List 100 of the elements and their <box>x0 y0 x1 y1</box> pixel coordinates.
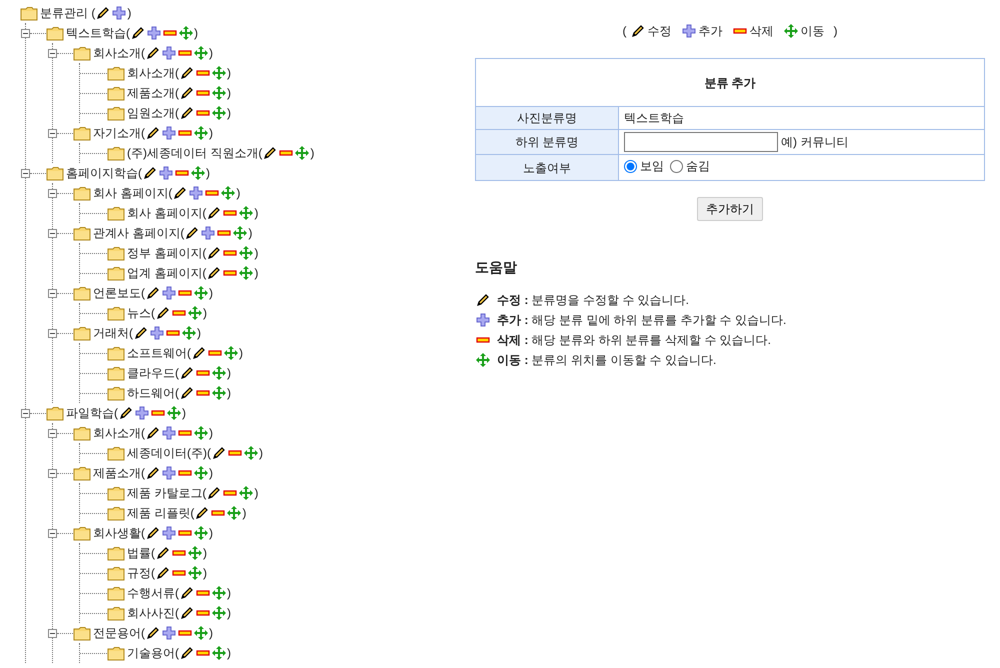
tree-item-label[interactable]: 분류관리 ( <box>40 4 96 22</box>
tree-item-label[interactable]: 전문용어( <box>93 624 145 642</box>
pencil-icon[interactable] <box>263 146 278 160</box>
pencil-icon[interactable] <box>180 86 194 100</box>
tree-item-label[interactable]: 소프트웨어( <box>127 344 191 362</box>
tree-item-label[interactable]: 뉴스( <box>127 304 155 322</box>
tree-item-label[interactable]: 수행서류( <box>127 584 179 602</box>
move-arrows-icon[interactable] <box>212 66 226 80</box>
tree-item-label[interactable]: 텍스트학습( <box>66 24 130 42</box>
collapse-toggle[interactable] <box>48 428 57 438</box>
pencil-icon[interactable] <box>146 46 160 60</box>
pencil-icon[interactable] <box>146 126 160 140</box>
pencil-icon[interactable] <box>195 506 210 520</box>
plus-icon[interactable] <box>162 286 176 300</box>
move-arrows-icon[interactable] <box>244 446 258 460</box>
move-arrows-icon[interactable] <box>212 586 226 600</box>
tree-item-label[interactable]: 클라우드( <box>127 364 179 382</box>
tree-item-label[interactable]: 하드웨어( <box>127 384 179 402</box>
pencil-icon[interactable] <box>180 606 194 620</box>
move-arrows-icon[interactable] <box>179 26 193 40</box>
move-arrows-icon[interactable] <box>194 466 208 480</box>
tree-item-label[interactable]: 회사소개( <box>127 64 179 82</box>
move-arrows-icon[interactable] <box>227 506 242 520</box>
move-arrows-icon[interactable] <box>182 326 196 340</box>
tree-item-label[interactable]: 회사사진( <box>127 604 179 622</box>
tree-item-label[interactable]: 홈페이지학습( <box>66 164 142 182</box>
plus-icon[interactable] <box>159 166 173 180</box>
plus-icon[interactable] <box>162 466 176 480</box>
tree-item-label[interactable]: 기술용어( <box>127 644 179 662</box>
pencil-icon[interactable] <box>180 646 194 660</box>
plus-icon[interactable] <box>150 326 164 340</box>
plus-icon[interactable] <box>162 526 176 540</box>
move-arrows-icon[interactable] <box>194 526 208 540</box>
radio-button[interactable] <box>624 160 637 173</box>
pencil-icon[interactable] <box>96 6 110 20</box>
subcategory-input[interactable] <box>624 132 778 152</box>
tree-item-label[interactable]: 관계사 홈페이지( <box>93 224 184 242</box>
move-arrows-icon[interactable] <box>212 386 226 400</box>
tree-item-label[interactable]: 파일학습( <box>66 404 118 422</box>
move-arrows-icon[interactable] <box>212 106 226 120</box>
collapse-toggle[interactable] <box>48 468 57 478</box>
move-arrows-icon[interactable] <box>194 286 208 300</box>
pencil-icon[interactable] <box>131 26 145 40</box>
tree-item-label[interactable]: 회사 홈페이지( <box>127 204 206 222</box>
move-arrows-icon[interactable] <box>239 206 254 220</box>
pencil-icon[interactable] <box>185 226 200 240</box>
move-arrows-icon[interactable] <box>224 346 238 360</box>
pencil-icon[interactable] <box>143 166 157 180</box>
collapse-toggle[interactable] <box>48 528 57 538</box>
move-arrows-icon[interactable] <box>194 46 208 60</box>
tree-item-label[interactable]: 자기소개( <box>93 124 145 142</box>
tree-item-label[interactable]: 규정( <box>127 564 155 582</box>
pencil-icon[interactable] <box>192 346 206 360</box>
radio-button[interactable] <box>670 160 683 173</box>
pencil-icon[interactable] <box>146 626 160 640</box>
collapse-toggle[interactable] <box>48 288 57 298</box>
tree-item-label[interactable]: 회사소개( <box>93 44 145 62</box>
move-arrows-icon[interactable] <box>239 486 254 500</box>
pencil-icon[interactable] <box>207 246 222 260</box>
move-arrows-icon[interactable] <box>295 146 310 160</box>
tree-item-label[interactable]: 회사소개( <box>93 424 145 442</box>
move-arrows-icon[interactable] <box>212 86 226 100</box>
tree-item-label[interactable]: 회사 홈페이지( <box>93 184 172 202</box>
collapse-toggle[interactable] <box>48 48 57 58</box>
move-arrows-icon[interactable] <box>239 266 254 280</box>
plus-icon[interactable] <box>162 46 176 60</box>
pencil-icon[interactable] <box>156 546 170 560</box>
collapse-toggle[interactable] <box>21 168 30 178</box>
pencil-icon[interactable] <box>207 266 222 280</box>
pencil-icon[interactable] <box>119 406 133 420</box>
tree-item-label[interactable]: (주)세종데이터 직원소개( <box>127 144 262 162</box>
move-arrows-icon[interactable] <box>212 646 226 660</box>
pencil-icon[interactable] <box>180 386 194 400</box>
move-arrows-icon[interactable] <box>191 166 205 180</box>
move-arrows-icon[interactable] <box>221 186 236 200</box>
tree-item-label[interactable]: 언론보도( <box>93 284 145 302</box>
pencil-icon[interactable] <box>180 586 194 600</box>
tree-item-label[interactable]: 제품 리플릿( <box>127 504 194 522</box>
tree-item-label[interactable]: 정부 홈페이지( <box>127 244 206 262</box>
collapse-toggle[interactable] <box>48 328 57 338</box>
pencil-icon[interactable] <box>212 446 226 460</box>
plus-icon[interactable] <box>189 186 204 200</box>
move-arrows-icon[interactable] <box>188 546 202 560</box>
collapse-toggle[interactable] <box>48 228 57 238</box>
pencil-icon[interactable] <box>146 426 160 440</box>
pencil-icon[interactable] <box>146 286 160 300</box>
pencil-icon[interactable] <box>156 566 170 580</box>
tree-item-label[interactable]: 회사생활( <box>93 524 145 542</box>
tree-item-label[interactable]: 제품 카탈로그( <box>127 484 206 502</box>
collapse-toggle[interactable] <box>21 408 30 418</box>
plus-icon[interactable] <box>112 6 126 20</box>
move-arrows-icon[interactable] <box>212 366 226 380</box>
move-arrows-icon[interactable] <box>194 426 208 440</box>
move-arrows-icon[interactable] <box>239 246 254 260</box>
tree-item-label[interactable]: 임원소개( <box>127 104 179 122</box>
pencil-icon[interactable] <box>156 306 170 320</box>
collapse-toggle[interactable] <box>48 628 57 638</box>
pencil-icon[interactable] <box>134 326 148 340</box>
move-arrows-icon[interactable] <box>212 606 226 620</box>
move-arrows-icon[interactable] <box>233 226 248 240</box>
